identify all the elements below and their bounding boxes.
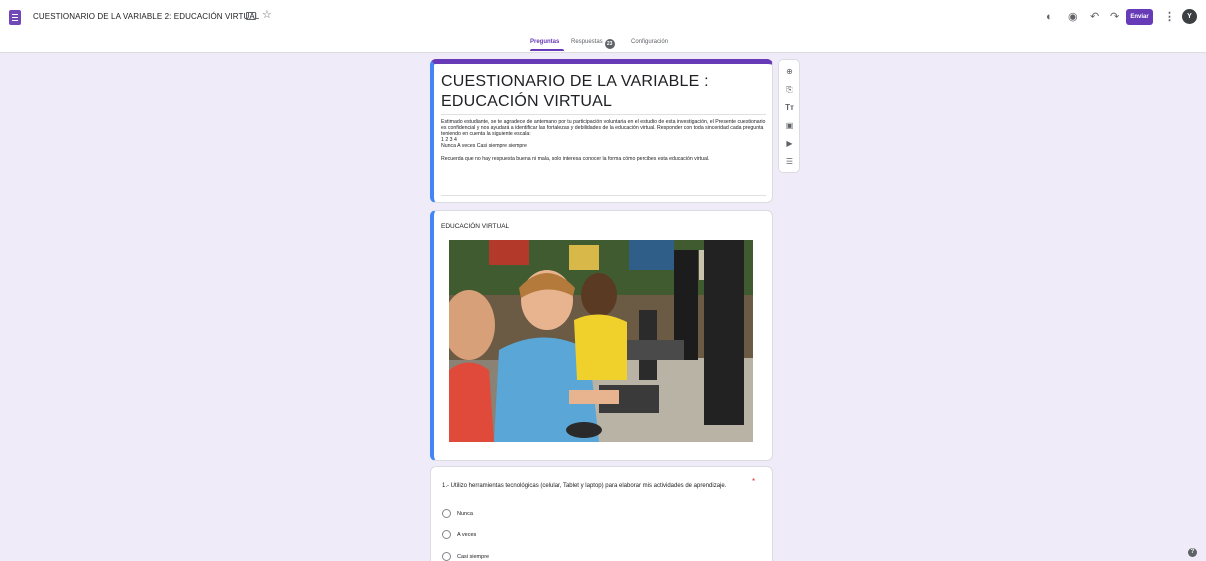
- tab-configuracion-label: Configuración: [631, 39, 669, 45]
- tab-configuracion[interactable]: Configuración: [631, 39, 668, 45]
- avatar[interactable]: Y: [1182, 9, 1197, 24]
- floating-toolbar: ⊕ ⎘ Tт ▣ ▶ ☰: [778, 59, 800, 173]
- import-questions-icon[interactable]: ⎘: [784, 84, 795, 95]
- form-title[interactable]: CUESTIONARIO DE LA VARIABLE : EDUCACIÓN …: [441, 72, 761, 112]
- topbar-divider: [0, 52, 1206, 53]
- option-label: A veces: [457, 532, 477, 538]
- redo-icon[interactable]: ↷: [1110, 10, 1119, 24]
- question-card[interactable]: 1.- Utilizo herramientas tecnológicas (c…: [430, 466, 773, 561]
- option-label: Nunca: [457, 511, 473, 517]
- section-card[interactable]: EDUCACIÓN VIRTUAL: [430, 210, 773, 461]
- title-divider: [441, 114, 766, 115]
- help-icon[interactable]: ?: [1188, 548, 1197, 557]
- tab-preguntas[interactable]: Preguntas: [530, 39, 565, 51]
- tab-respuestas-label: Respuestas: [571, 39, 603, 45]
- radio-button[interactable]: [442, 509, 451, 518]
- top-bar: CUESTIONARIO DE LA VARIABLE 2: EDUCACIÓN…: [0, 0, 1206, 52]
- add-video-icon[interactable]: ▶: [784, 138, 795, 149]
- description-divider: [441, 195, 766, 196]
- radio-button[interactable]: [442, 530, 451, 539]
- tab-preguntas-label: Preguntas: [530, 39, 560, 45]
- option-label: Casi siempre: [457, 554, 490, 560]
- form-description[interactable]: Estimado estudiante, se te agradece de a…: [441, 119, 766, 162]
- send-button[interactable]: Enviar: [1126, 9, 1153, 25]
- add-title-icon[interactable]: Tт: [784, 102, 795, 113]
- document-title[interactable]: CUESTIONARIO DE LA VARIABLE 2: EDUCACIÓN…: [33, 12, 259, 21]
- tabs-bar: Preguntas Respuestas 23 Configuración: [0, 39, 1206, 52]
- palette-icon[interactable]: ◐: [1046, 10, 1053, 24]
- undo-icon[interactable]: ↶: [1090, 10, 1099, 24]
- folder-icon[interactable]: [246, 12, 256, 20]
- question-text[interactable]: 1.- Utilizo herramientas tecnológicas (c…: [442, 481, 742, 491]
- more-vert-icon[interactable]: ⋮: [1164, 10, 1175, 24]
- responses-count-badge: 23: [604, 39, 615, 49]
- preview-eye-icon[interactable]: ◉: [1068, 10, 1078, 24]
- section-title[interactable]: EDUCACIÓN VIRTUAL: [441, 223, 509, 230]
- classroom-photo-illustration: [449, 240, 753, 442]
- tab-respuestas[interactable]: Respuestas 23: [571, 39, 615, 49]
- add-question-icon[interactable]: ⊕: [784, 66, 795, 77]
- add-section-icon[interactable]: ☰: [784, 156, 795, 167]
- form-title-card[interactable]: CUESTIONARIO DE LA VARIABLE : EDUCACIÓN …: [430, 59, 773, 203]
- radio-button[interactable]: [442, 552, 451, 561]
- required-asterisk: *: [752, 477, 756, 486]
- add-image-icon[interactable]: ▣: [784, 120, 795, 131]
- classroom-photo[interactable]: [449, 240, 753, 442]
- forms-logo-icon[interactable]: [9, 10, 21, 25]
- star-icon[interactable]: ☆: [262, 8, 272, 22]
